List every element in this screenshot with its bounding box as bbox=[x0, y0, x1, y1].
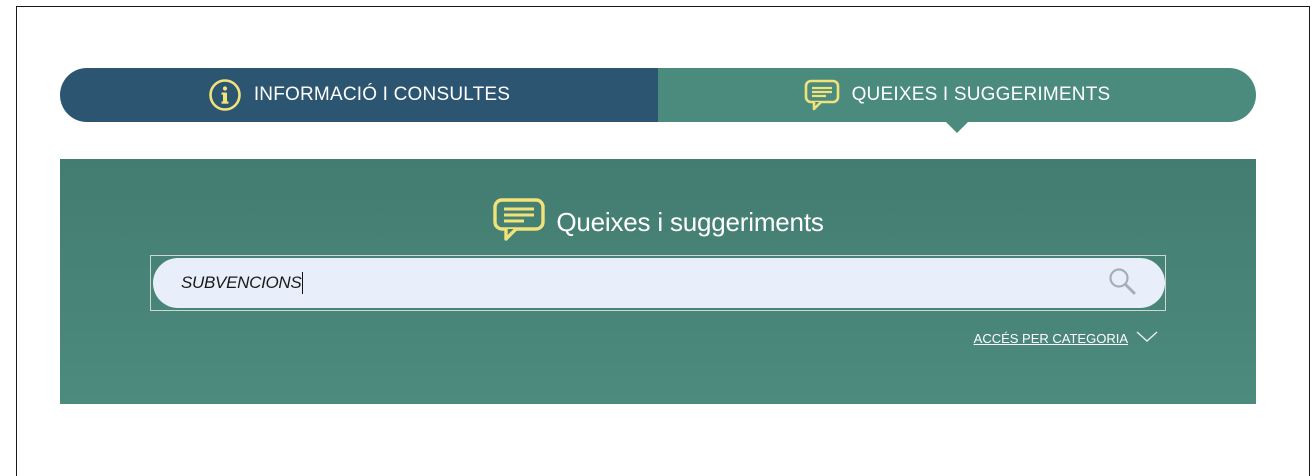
search-box: SUBVENCIONS bbox=[153, 258, 1165, 308]
search-input[interactable]: SUBVENCIONS bbox=[181, 272, 1105, 294]
tab-informacio-consultes[interactable]: INFORMACIÓ I CONSULTES bbox=[60, 68, 658, 122]
info-circle-icon bbox=[208, 78, 242, 112]
search-panel: Queixes i suggeriments SUBVENCIONS ACCÉS… bbox=[60, 159, 1256, 404]
chevron-down-icon bbox=[1136, 331, 1158, 346]
search-button[interactable] bbox=[1105, 266, 1139, 300]
search-input-value: SUBVENCIONS bbox=[181, 273, 302, 292]
chat-bubble-icon bbox=[492, 197, 546, 248]
search-icon bbox=[1107, 266, 1137, 301]
tab-queixes-suggeriments[interactable]: QUEIXES I SUGGERIMENTS bbox=[658, 68, 1256, 122]
tab-informacio-consultes-label: INFORMACIÓ I CONSULTES bbox=[253, 84, 511, 105]
panel-title: Queixes i suggeriments bbox=[60, 197, 1256, 248]
chat-bubble-icon bbox=[804, 79, 840, 111]
panel-title-text: Queixes i suggeriments bbox=[556, 207, 824, 237]
tab-queixes-suggeriments-label: QUEIXES I SUGGERIMENTS bbox=[851, 84, 1111, 105]
tab-bar: INFORMACIÓ I CONSULTES QUEIXES I SUGGERI… bbox=[60, 68, 1256, 122]
access-by-category-label: ACCÉS PER CATEGORIA bbox=[973, 331, 1128, 346]
search-field-wrapper: SUBVENCIONS bbox=[150, 255, 1166, 311]
access-by-category-link[interactable]: ACCÉS PER CATEGORIA bbox=[974, 331, 1158, 346]
text-caret bbox=[302, 272, 304, 294]
